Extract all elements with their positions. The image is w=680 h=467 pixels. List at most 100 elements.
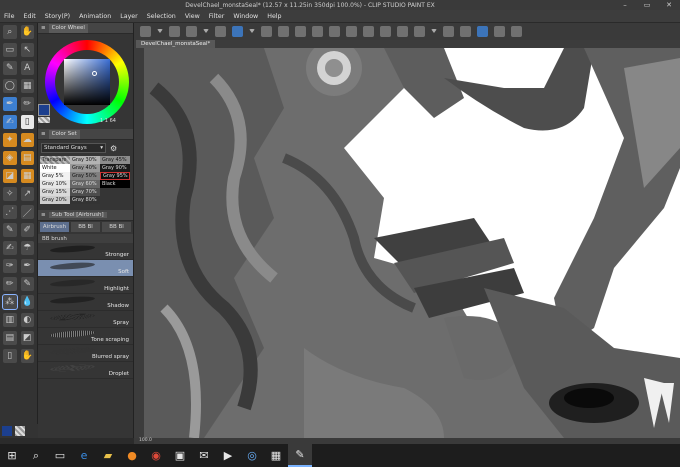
expand-icon[interactable]	[397, 26, 408, 37]
color-cell[interactable]: Gray 5%	[40, 172, 70, 180]
frame-tool-icon[interactable]: ▦	[20, 79, 34, 93]
tab-bb-blend-2[interactable]: BB Bl	[102, 222, 131, 232]
balloon-tool-icon[interactable]: ◯	[3, 79, 17, 93]
brush-item-spray[interactable]: Spray	[38, 311, 133, 328]
export-icon[interactable]	[232, 26, 243, 37]
app-icon[interactable]: ▦	[264, 444, 288, 467]
color-cell[interactable]: Gray 20%	[40, 196, 70, 204]
palette-menu-icon[interactable]: ≡	[41, 131, 46, 137]
fill-icon[interactable]	[363, 26, 374, 37]
droplet-icon[interactable]: 💧	[20, 295, 34, 309]
eraser-tool-icon[interactable]: ▯	[20, 115, 34, 129]
move-tool-icon[interactable]: ✋	[20, 25, 34, 39]
text-tool-icon[interactable]: A	[20, 61, 34, 75]
airbrush-small-icon[interactable]: ⋰	[3, 205, 17, 219]
gradient-small-icon[interactable]: ▥	[3, 313, 17, 327]
brush-item-highlight[interactable]: Highlight	[38, 277, 133, 294]
settings-icon[interactable]	[443, 26, 454, 37]
task-view-icon[interactable]: ▭	[48, 444, 72, 467]
new-file-icon[interactable]	[169, 26, 180, 37]
document-tab[interactable]: DevelChael_monstaSeal*	[136, 40, 216, 48]
menu-view[interactable]: View	[185, 13, 200, 20]
chevron-down-icon[interactable]	[249, 29, 255, 34]
color-cell[interactable]: White	[40, 164, 70, 172]
color-picker-icon[interactable]	[414, 26, 425, 37]
color-cell[interactable]: Gray 50%	[70, 172, 100, 180]
bucket-icon[interactable]: ◐	[20, 313, 34, 327]
blender-icon[interactable]: ✒	[20, 259, 34, 273]
close-button[interactable]: ✕	[658, 0, 680, 10]
pencil-tool-icon[interactable]: ✏	[20, 97, 34, 111]
menu-help[interactable]: Help	[267, 13, 281, 20]
store-icon[interactable]: ▣	[168, 444, 192, 467]
color-cell[interactable]: Gray 60%	[70, 180, 100, 188]
color-cell[interactable]: Gray 70%	[70, 188, 100, 196]
tab-color-set[interactable]: Color Set	[48, 129, 80, 139]
transform-icon[interactable]	[312, 26, 323, 37]
windows-start-icon[interactable]: ⊞	[0, 444, 24, 467]
brush-item-shadow[interactable]: Shadow	[38, 294, 133, 311]
palette-menu-icon[interactable]: ≡	[41, 25, 46, 31]
color-set-selector[interactable]: Standard Grays ▾ ⚙	[38, 142, 133, 154]
figure-tool-icon[interactable]: ◪	[3, 169, 17, 183]
chevron-down-icon[interactable]	[203, 29, 209, 34]
zoom-tool-icon[interactable]: ⌕	[3, 25, 17, 39]
correction-tool-icon[interactable]: ✧	[3, 187, 17, 201]
menu-layer[interactable]: Layer	[120, 13, 138, 20]
chrome-icon[interactable]: ◉	[144, 444, 168, 467]
tab-airbrush[interactable]: Airbrush	[40, 222, 69, 232]
pen-small-icon[interactable]: ✎	[3, 223, 17, 237]
chevron-down-icon[interactable]	[431, 29, 437, 34]
brush-small-icon[interactable]: ✍	[3, 241, 17, 255]
media-player-icon[interactable]: ▶	[216, 444, 240, 467]
edge-browser-icon[interactable]: e	[72, 444, 96, 467]
main-color-swatch[interactable]	[2, 426, 12, 436]
color-set-dropdown[interactable]: Standard Grays ▾	[41, 143, 106, 153]
undo-icon[interactable]	[261, 26, 272, 37]
color-cell[interactable]: Gray 40%	[70, 164, 100, 172]
vector-tool-icon[interactable]: ↗	[20, 187, 34, 201]
tab-sub-tool[interactable]: Sub Tool [Airbrush]	[48, 212, 107, 218]
menu-animation[interactable]: Animation	[79, 13, 111, 20]
smudge-icon[interactable]: ☂	[20, 241, 34, 255]
line-tool-icon[interactable]: ／	[20, 205, 34, 219]
color-cell[interactable]: Gray 15%	[40, 188, 70, 196]
ruler-icon[interactable]	[460, 26, 471, 37]
ruler-small-icon[interactable]: ▤	[3, 331, 17, 345]
color-cell[interactable]: Gray 30%	[70, 156, 100, 164]
fill-tool-icon[interactable]: ◈	[3, 151, 17, 165]
operation-tool-icon[interactable]: ↖	[20, 43, 34, 57]
menu-file[interactable]: File	[4, 13, 15, 20]
layer-icon[interactable]	[477, 26, 488, 37]
current-color-swatch[interactable]	[38, 104, 50, 116]
clear-icon[interactable]	[295, 26, 306, 37]
brush-item-blurred-spray[interactable]: Blurred spray	[38, 345, 133, 362]
palette-menu-icon[interactable]: ≡	[41, 212, 46, 218]
menu-filter[interactable]: Filter	[209, 13, 225, 20]
save-icon[interactable]	[215, 26, 226, 37]
color-cell[interactable]: Gray 80%	[70, 196, 100, 204]
grid-icon[interactable]	[140, 26, 151, 37]
mail-icon[interactable]: ✉	[192, 444, 216, 467]
screen-icon[interactable]	[494, 26, 505, 37]
menu-window[interactable]: Window	[233, 13, 258, 20]
redo-icon[interactable]	[278, 26, 289, 37]
eraser-small-icon[interactable]: ▯	[3, 349, 17, 363]
firefox-icon[interactable]: ●	[120, 444, 144, 467]
gradient-tool-icon[interactable]: ▤	[20, 151, 34, 165]
minimize-button[interactable]: –	[614, 0, 636, 10]
app-icon[interactable]: ◎	[240, 444, 264, 467]
crop-icon[interactable]	[346, 26, 357, 37]
tab-bb-blend-1[interactable]: BB Bl	[71, 222, 100, 232]
pen-tool-icon[interactable]: ✒	[3, 97, 17, 111]
tab-color-wheel[interactable]: Color Wheel	[48, 23, 88, 33]
watercolor-icon[interactable]: ✑	[3, 259, 17, 273]
search-icon[interactable]: ⌕	[24, 444, 48, 467]
color-cursor[interactable]	[92, 71, 97, 76]
color-wheel[interactable]: 1 1 64	[38, 34, 133, 129]
brush-item-droplet[interactable]: Droplet	[38, 362, 133, 379]
crayon-icon[interactable]: ✎	[20, 277, 34, 291]
marker-icon[interactable]: ✐	[20, 223, 34, 237]
hand-small-icon[interactable]: ✋	[20, 349, 34, 363]
saturation-value-square[interactable]	[64, 59, 110, 105]
